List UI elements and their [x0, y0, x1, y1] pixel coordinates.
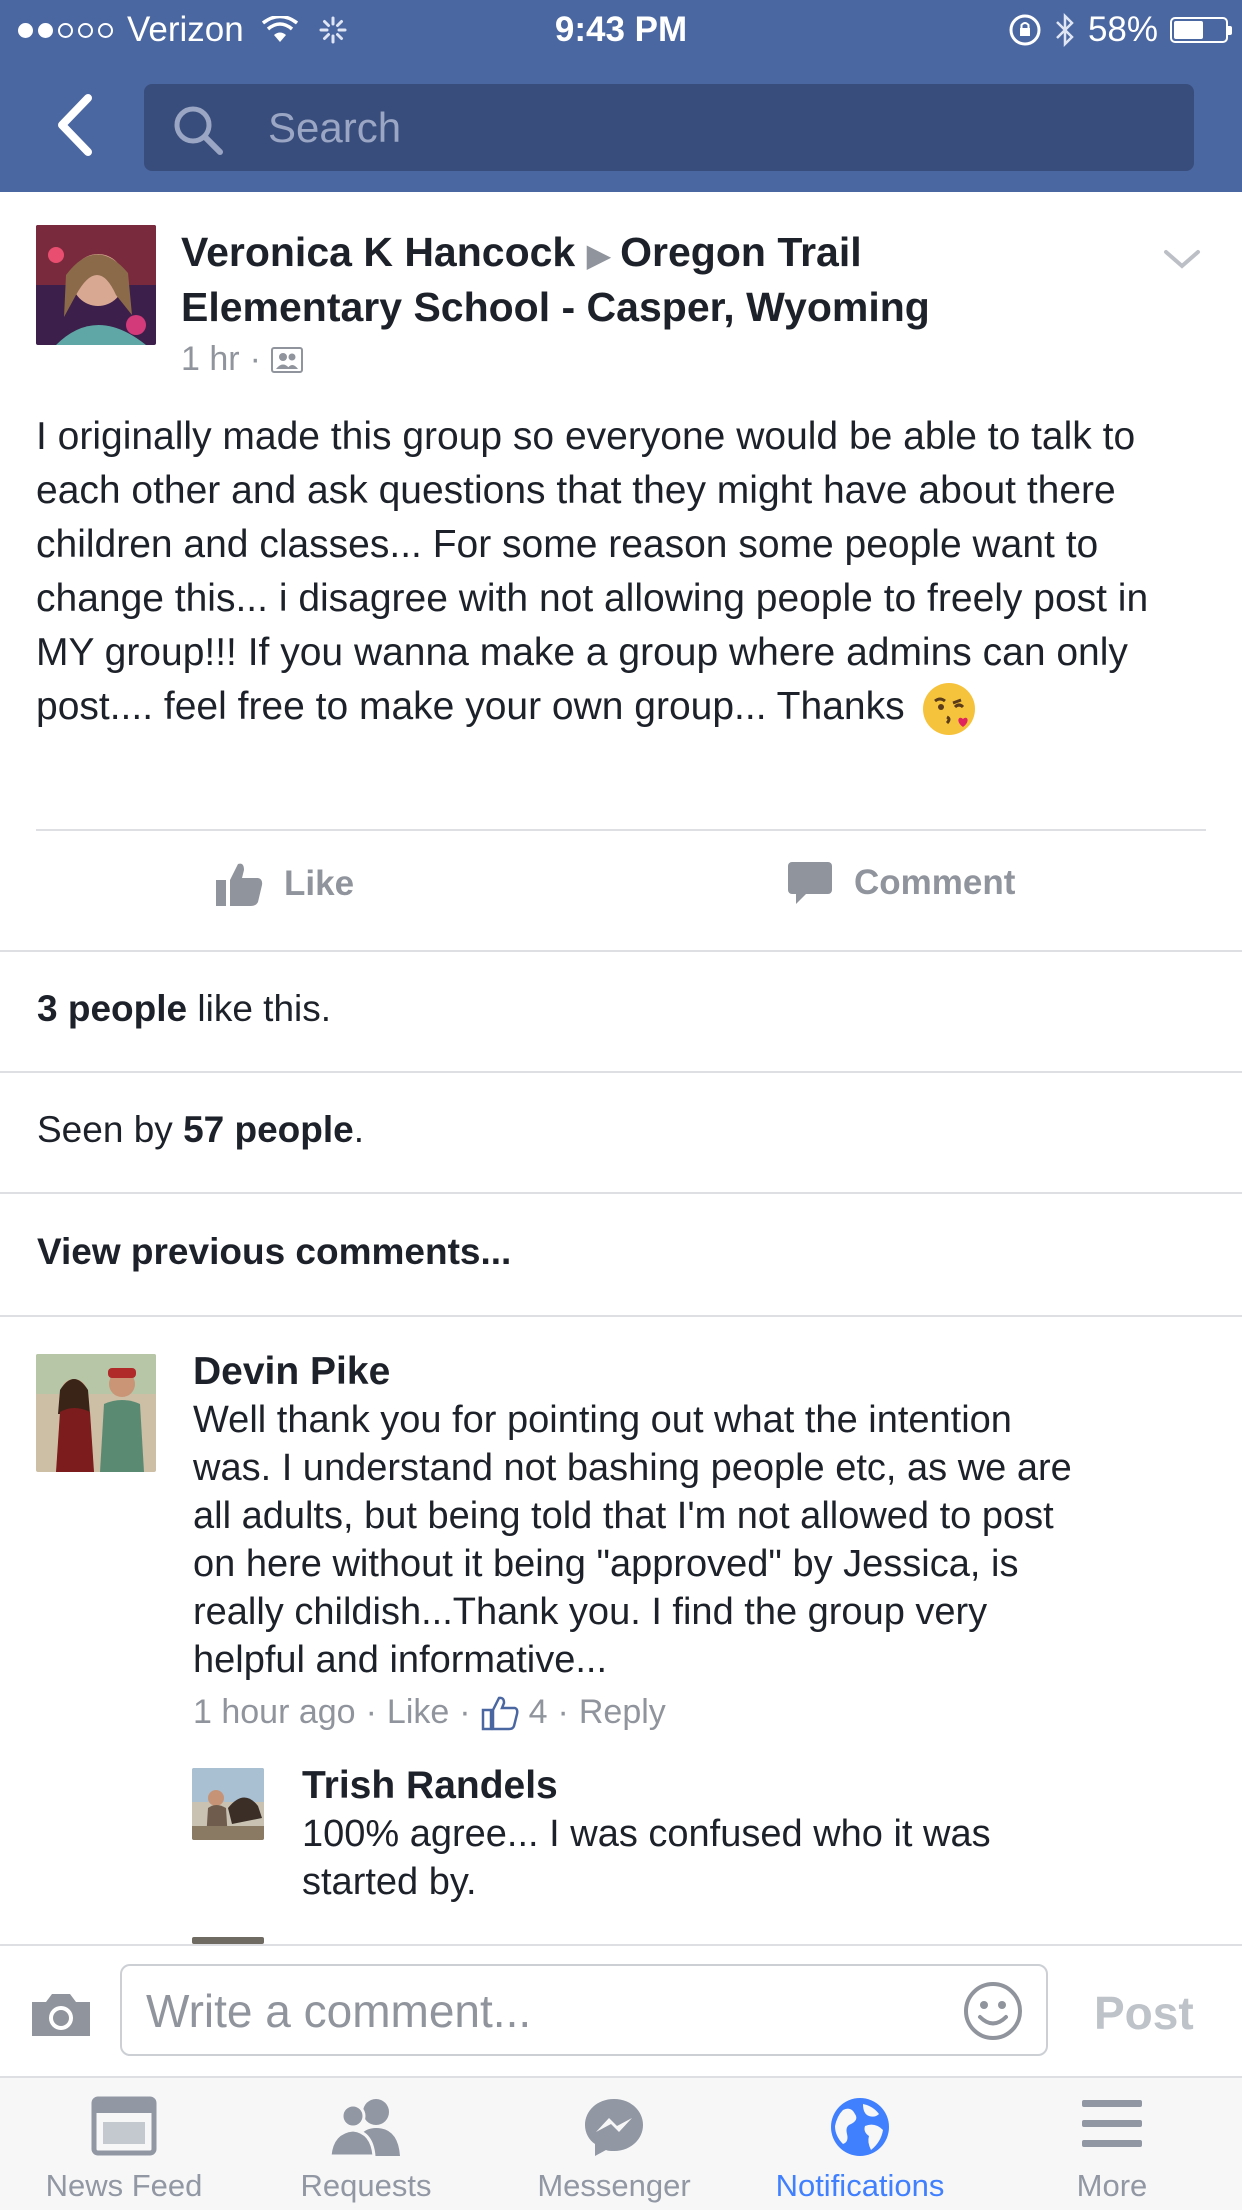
comment-line: on here without it being "approved" by J… [193, 1543, 1019, 1585]
news-feed-icon [91, 2096, 157, 2156]
comment-reaction-count[interactable]: 4 [529, 1693, 548, 1732]
like-button[interactable]: Like [214, 860, 354, 908]
likes-suffix: like this. [187, 988, 332, 1029]
arrow-right-icon: ▶ [586, 237, 621, 273]
search-input[interactable]: Search [144, 84, 1194, 171]
comment-line: all adults, but being told that I'm not … [193, 1495, 1054, 1537]
camera-icon[interactable] [28, 1990, 94, 2040]
tab-label: Messenger [537, 2168, 691, 2203]
reply-avatar[interactable] [192, 1768, 264, 1840]
comment-like-link[interactable]: Like [387, 1693, 449, 1732]
tab-news-feed[interactable]: News Feed [0, 2078, 248, 2210]
divider [0, 1192, 1242, 1194]
comment-line: Well thank you for pointing out what the… [193, 1399, 1012, 1441]
reply-line: 100% agree... I was confused who it was [302, 1813, 991, 1855]
likes-summary[interactable]: 3 people like this. [37, 988, 331, 1030]
status-right-group: 58% [1008, 10, 1232, 50]
author-avatar[interactable] [36, 225, 156, 345]
divider [36, 829, 1206, 831]
tab-requests[interactable]: Requests [242, 2078, 490, 2210]
comment-composer: Write a comment... Post [0, 1944, 1242, 2078]
comment-time[interactable]: 1 hour ago [193, 1693, 356, 1732]
battery-percentage: 58% [1087, 10, 1158, 49]
tab-label: Requests [300, 2168, 432, 2203]
group-name[interactable]: Oregon Trail [620, 229, 862, 275]
comment-line: really childish...Thank you. I find the … [193, 1591, 988, 1633]
back-arrow-icon[interactable] [48, 90, 108, 160]
menu-icon [1082, 2100, 1142, 2147]
tab-messenger[interactable]: Messenger [490, 2078, 738, 2210]
comment-line: helpful and informative... [193, 1639, 608, 1681]
tab-label: News Feed [45, 2168, 203, 2203]
author-name[interactable]: Veronica K Hancock [181, 229, 575, 275]
tab-label: More [1076, 2168, 1148, 2203]
post-time[interactable]: 1 hr [181, 340, 240, 379]
tab-more[interactable]: More [988, 2078, 1236, 2210]
likes-count: 3 people [37, 988, 188, 1029]
post-text: I originally made this group so everyone… [36, 415, 1149, 728]
view-previous-label: View previous comments... [37, 1231, 512, 1272]
search-placeholder: Search [268, 104, 402, 151]
comment-input[interactable]: Write a comment... [120, 1964, 1048, 2056]
reply-author-name[interactable]: Trish Randels [302, 1764, 558, 1808]
messenger-icon [585, 2099, 643, 2156]
kissing-face-emoji-icon [923, 682, 976, 735]
rotation-lock-icon [1009, 14, 1041, 46]
status-bar: Verizon 9:43 PM 58% [0, 0, 1242, 62]
comment-reply-link[interactable]: Reply [579, 1693, 666, 1732]
top-bar: Verizon 9:43 PM 58% Search [0, 0, 1242, 192]
comment-label: Comment [854, 863, 1016, 902]
comment-placeholder: Write a comment... [146, 1985, 532, 2037]
tab-bar: News Feed Requests Messenger Notificatio… [0, 2076, 1242, 2210]
group-name-line2[interactable]: Elementary School - Casper, Wyoming [181, 284, 930, 330]
comment-line: was. I understand not bashing people etc… [193, 1447, 1072, 1489]
like-label: Like [284, 864, 355, 903]
seen-by-summary[interactable]: Seen by 57 people. [37, 1109, 364, 1151]
divider [0, 950, 1242, 952]
reply-text: 100% agree... I was confused who it was … [302, 1810, 1222, 1906]
seen-prefix: Seen by [37, 1109, 184, 1150]
divider [0, 1071, 1242, 1073]
group-icon [270, 346, 303, 373]
chevron-down-icon[interactable] [1160, 244, 1204, 274]
view-previous-comments-link[interactable]: View previous comments... [37, 1231, 511, 1273]
comment-bubble-icon [788, 862, 832, 904]
seen-suffix: . [353, 1109, 365, 1150]
meta-separator: · [249, 340, 261, 378]
tab-label: Notifications [775, 2168, 945, 2203]
meta-separator: · [557, 1693, 569, 1731]
reply-line: started by. [302, 1861, 477, 1903]
thumbs-up-outline-icon [481, 1696, 519, 1730]
commenter-avatar[interactable] [36, 1354, 156, 1472]
battery-icon [1170, 17, 1232, 43]
tab-notifications[interactable]: Notifications [736, 2078, 984, 2210]
commenter-name[interactable]: Devin Pike [193, 1350, 390, 1394]
comment-meta: 1 hour ago · Like · 4 · Reply [193, 1693, 666, 1732]
comment-button[interactable]: Comment [786, 860, 1015, 906]
post-body: I originally made this group so everyone… [36, 410, 1216, 735]
thumbs-up-icon [216, 863, 263, 906]
emoji-smiley-icon[interactable] [962, 1980, 1024, 2042]
post-comment-button[interactable]: Post [1094, 1986, 1194, 2040]
comment-text: Well thank you for pointing out what the… [193, 1396, 1233, 1684]
search-icon [174, 106, 223, 155]
friends-icon [328, 2099, 400, 2156]
divider [0, 1315, 1242, 1317]
next-reply-avatar [192, 1937, 264, 1944]
post-meta: 1 hr · [181, 340, 303, 379]
meta-separator: · [365, 1693, 377, 1731]
meta-separator: · [459, 1693, 471, 1731]
globe-icon [831, 2098, 889, 2156]
post-title: Veronica K Hancock ▶ Oregon Trail Elemen… [181, 226, 981, 333]
seen-count: 57 people [183, 1109, 354, 1150]
bluetooth-icon [1056, 13, 1074, 47]
